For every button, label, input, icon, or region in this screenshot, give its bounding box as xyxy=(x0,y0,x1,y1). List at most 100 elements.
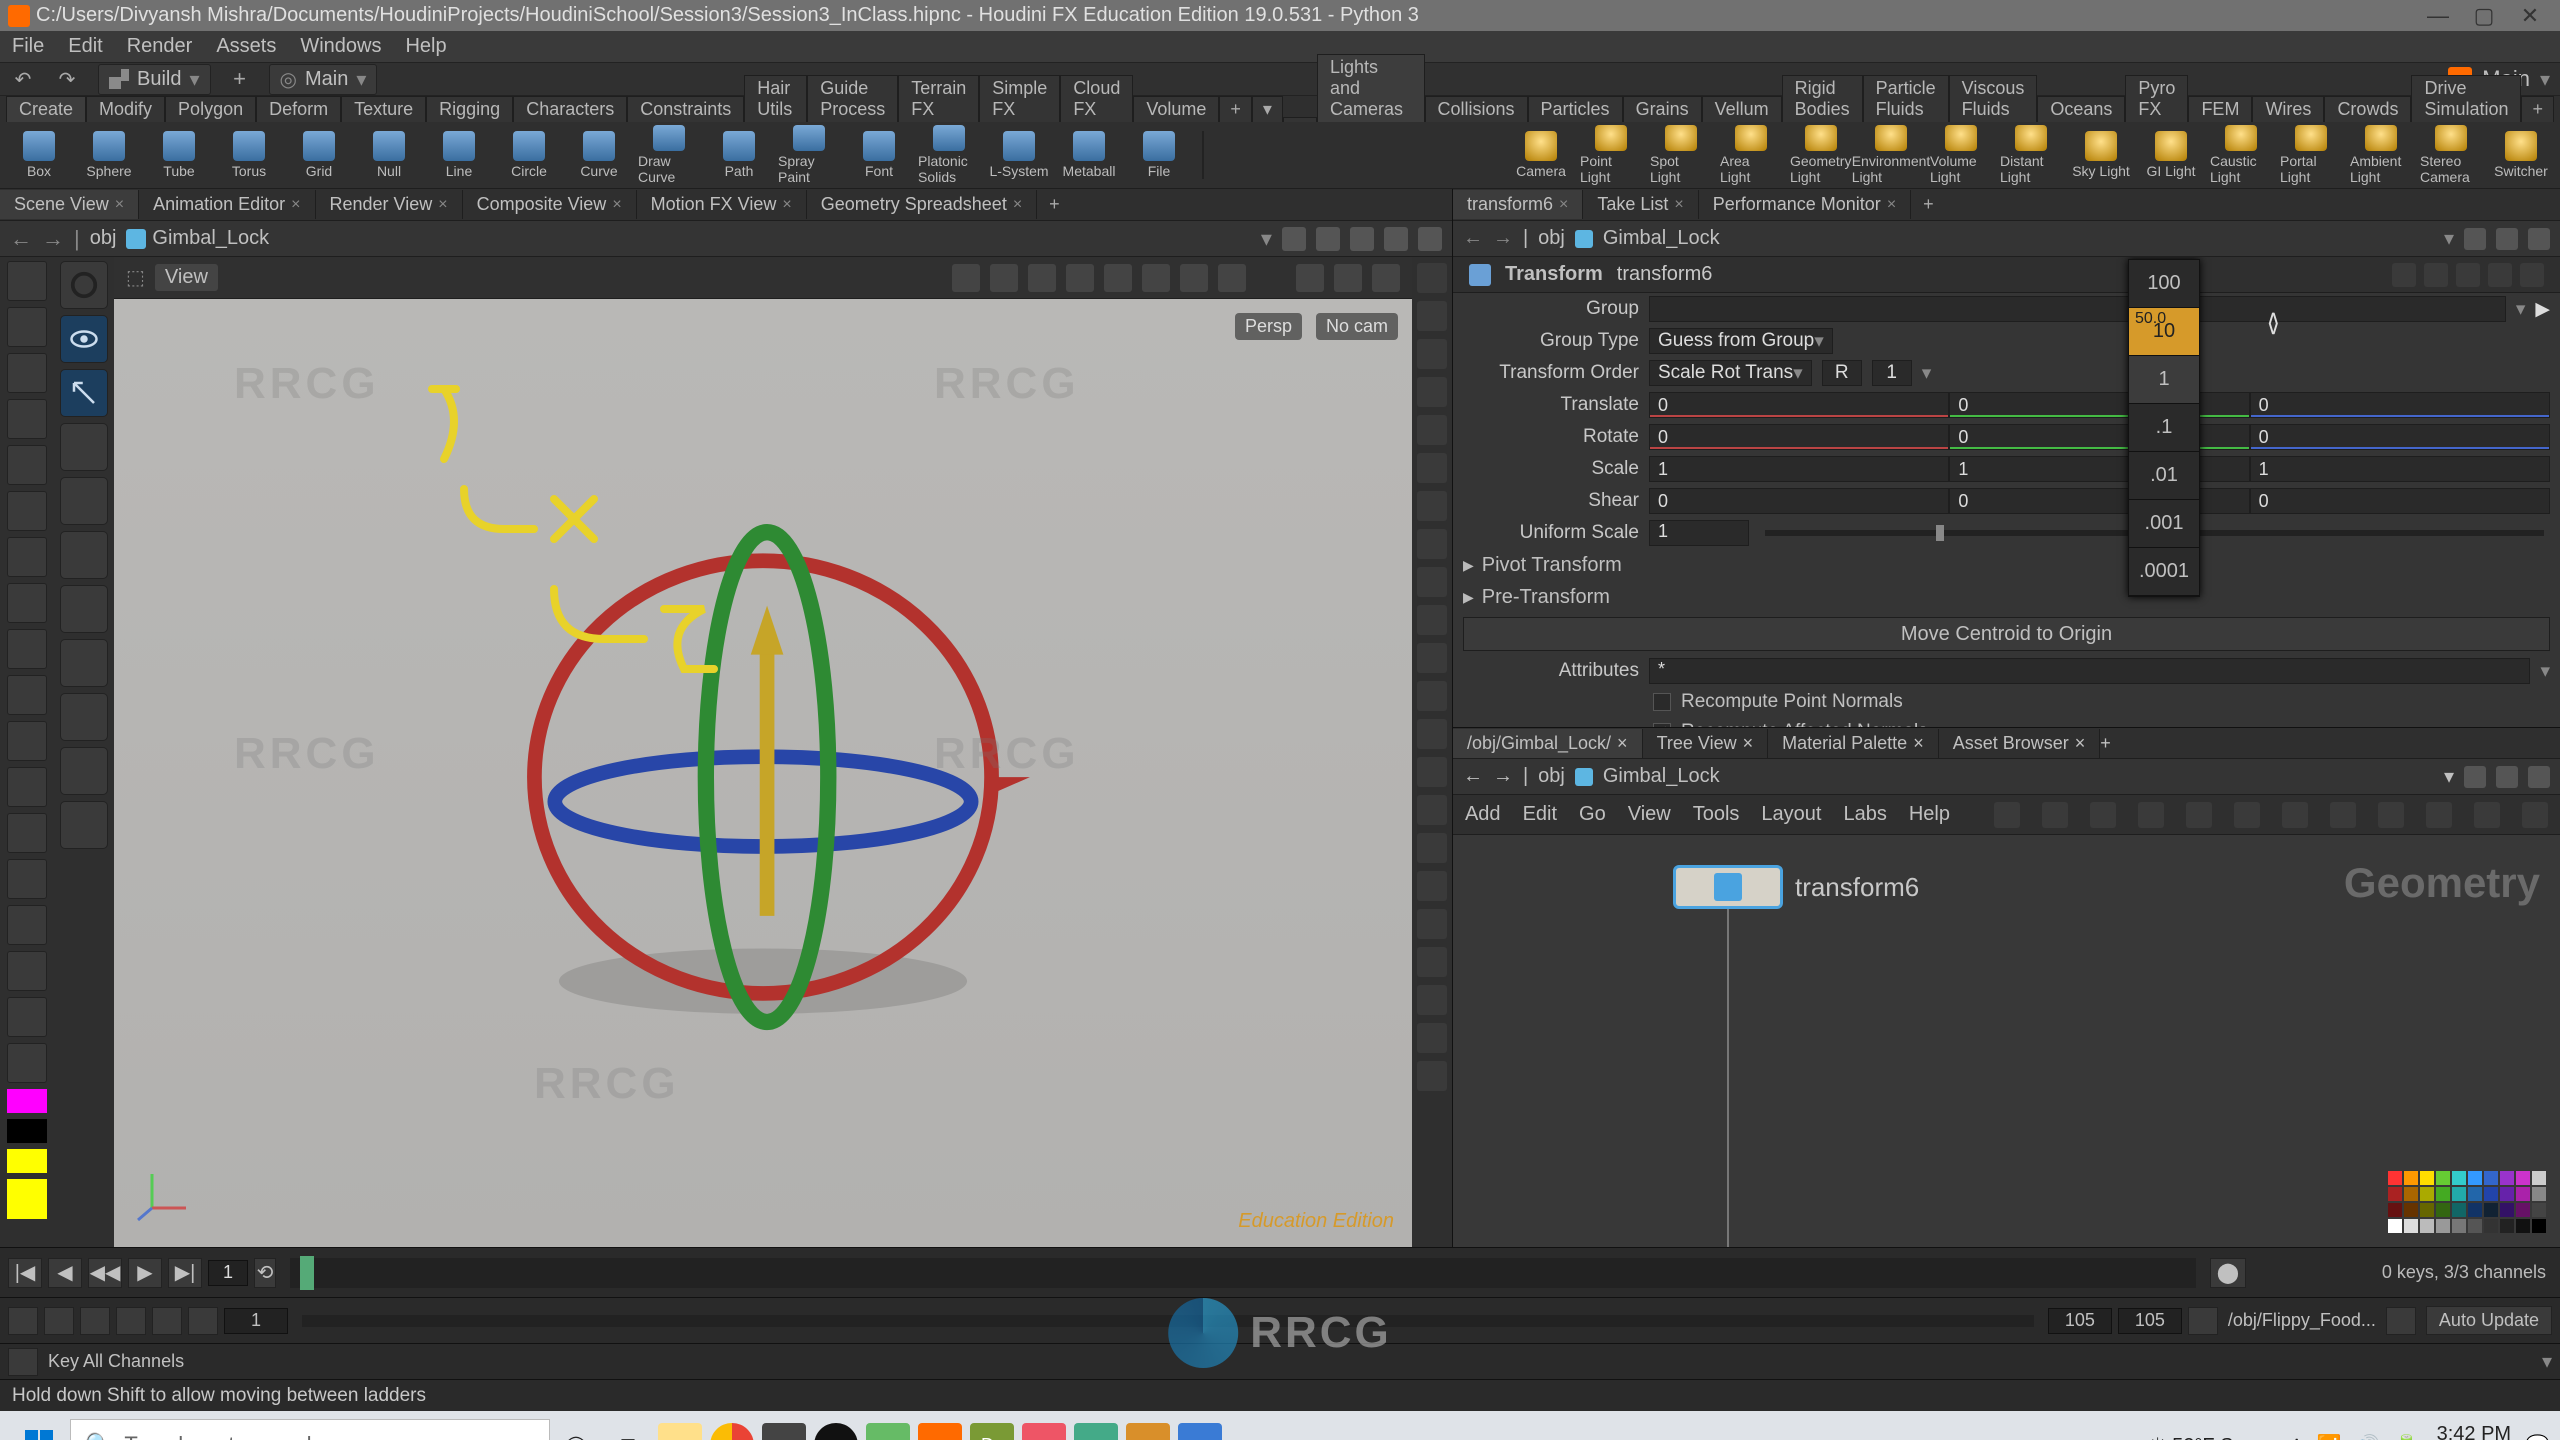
close-icon[interactable]: × xyxy=(2075,733,2086,754)
explorer-icon[interactable] xyxy=(658,1423,702,1440)
shelf-tab[interactable]: Terrain FX xyxy=(898,75,979,122)
menu-help[interactable]: Help xyxy=(393,35,458,58)
range-end-field[interactable]: 105 xyxy=(2048,1308,2112,1334)
rz-field[interactable]: 0 xyxy=(2250,424,2550,450)
key-icon[interactable] xyxy=(8,1348,38,1376)
palette-swatch[interactable] xyxy=(2388,1187,2402,1201)
sx-field[interactable]: 1 xyxy=(1649,456,1949,482)
shelf-tab[interactable]: Viscous Fluids xyxy=(1949,75,2038,122)
palette-swatch[interactable] xyxy=(2484,1187,2498,1201)
flag-icon[interactable] xyxy=(2424,263,2448,287)
unreal-icon[interactable] xyxy=(814,1423,858,1440)
shelf-add-tab[interactable]: + xyxy=(2521,96,2554,122)
vp-tool-icon[interactable] xyxy=(990,264,1018,292)
range-start-field[interactable]: 1 xyxy=(224,1308,288,1334)
goto-start-button[interactable]: |◀ xyxy=(8,1258,42,1288)
palette-swatch[interactable] xyxy=(2388,1203,2402,1217)
param-back-button[interactable]: ← xyxy=(1463,227,1483,250)
node-name-field[interactable]: transform6 xyxy=(1617,263,1713,286)
net-obj-chip[interactable]: obj xyxy=(1538,765,1565,788)
ladder-step[interactable]: 100 xyxy=(2129,260,2199,308)
vp-tool-icon[interactable] xyxy=(1066,264,1094,292)
left-inner-toolbar[interactable] xyxy=(54,257,114,1247)
palette-swatch[interactable] xyxy=(2404,1203,2418,1217)
network-pane-tabs[interactable]: /obj/Gimbal_Lock/×Tree View×Material Pal… xyxy=(1453,727,2560,759)
network-toolbar-icon[interactable] xyxy=(2138,802,2164,828)
display-option-icon[interactable] xyxy=(1417,757,1447,787)
menu-file[interactable]: File xyxy=(0,35,56,58)
param-obj-chip[interactable]: obj xyxy=(1538,227,1565,250)
net-back-button[interactable]: ← xyxy=(1463,765,1483,788)
param-pane-tabs[interactable]: transform6×Take List×Performance Monitor… xyxy=(1453,189,2560,221)
autokey-icon[interactable]: ⬤ xyxy=(2210,1258,2246,1288)
houdini-taskbar-icon[interactable] xyxy=(918,1423,962,1440)
net-node-chip[interactable]: Gimbal_Lock xyxy=(1603,765,1720,788)
add-pane-button[interactable]: + xyxy=(229,68,251,90)
sync-icon[interactable] xyxy=(2386,1307,2416,1335)
shelf-quick-tool[interactable] xyxy=(7,675,47,715)
palette-swatch[interactable] xyxy=(2500,1219,2514,1233)
network-toolbar-icon[interactable] xyxy=(2330,802,2356,828)
battery-icon[interactable]: 🔋 xyxy=(2394,1433,2419,1440)
window-close-button[interactable]: ✕ xyxy=(2508,4,2552,28)
vp-tool-icon[interactable] xyxy=(1218,264,1246,292)
taskbar-search[interactable]: 🔍 Type here to search xyxy=(70,1419,550,1440)
network-toolbar-icon[interactable] xyxy=(2474,802,2500,828)
tz-field[interactable]: 0 xyxy=(2250,392,2550,418)
palette-swatch[interactable] xyxy=(2436,1171,2450,1185)
rx-field[interactable]: 0 xyxy=(1649,424,1949,450)
param-fwd-button[interactable]: → xyxy=(1493,227,1513,250)
range-icon[interactable] xyxy=(152,1307,182,1335)
shelf-tool[interactable]: Ambient Light xyxy=(2350,125,2412,185)
shelf-tool[interactable]: Point Light xyxy=(1580,125,1642,185)
shelf-quick-tool[interactable] xyxy=(7,997,47,1037)
palette-swatch[interactable] xyxy=(2532,1203,2546,1217)
palette-swatch[interactable] xyxy=(2420,1171,2434,1185)
palette-swatch[interactable] xyxy=(2532,1187,2546,1201)
range-bar[interactable]: 1 105 105 /obj/Flippy_Food... Auto Updat… xyxy=(0,1297,2560,1343)
radial-menu-selector[interactable]: ◎ Main ▾ xyxy=(269,64,378,95)
auto-update-toggle[interactable]: Auto Update xyxy=(2426,1306,2552,1335)
shelf-quick-tool[interactable] xyxy=(7,353,47,393)
global-end-field[interactable]: 105 xyxy=(2118,1308,2182,1334)
app-icon[interactable] xyxy=(866,1423,910,1440)
start-button[interactable] xyxy=(10,1415,70,1440)
shelf-tab[interactable]: Collisions xyxy=(1425,96,1528,122)
xformorder-select[interactable]: Scale Rot Trans▾ xyxy=(1649,360,1812,386)
display-option-icon[interactable] xyxy=(1417,643,1447,673)
network-toolbar-icon[interactable] xyxy=(2522,802,2548,828)
ry-field[interactable]: 0 xyxy=(1949,424,2249,450)
shelf-tool[interactable]: Box xyxy=(8,125,70,185)
realtime-toggle[interactable]: ⟲ xyxy=(254,1258,276,1288)
display-option-icon[interactable] xyxy=(1417,795,1447,825)
menu-render[interactable]: Render xyxy=(115,35,205,58)
close-icon[interactable]: × xyxy=(291,196,300,214)
shelf-tab[interactable]: Volume xyxy=(1133,96,1219,122)
shelf-quick-tool[interactable] xyxy=(7,905,47,945)
handle-tool[interactable] xyxy=(60,261,108,309)
shelf-quick-tool[interactable] xyxy=(7,813,47,853)
prexform-fold[interactable]: Pre-Transform xyxy=(1482,586,1610,609)
display-option-icon[interactable] xyxy=(1417,415,1447,445)
display-option-icon[interactable] xyxy=(1417,947,1447,977)
network-menu-item[interactable]: Tools xyxy=(1693,803,1740,826)
viewport-right-toolbar[interactable] xyxy=(1412,257,1452,1247)
show-tool[interactable] xyxy=(60,315,108,363)
vp-tool-icon[interactable] xyxy=(1180,264,1208,292)
pane-tab[interactable]: Asset Browser× xyxy=(1939,729,2101,758)
maximize-pane-icon[interactable] xyxy=(1418,227,1442,251)
close-icon[interactable]: × xyxy=(1674,196,1683,214)
network-view[interactable]: transform6 Geometry xyxy=(1453,835,2560,1247)
info-icon[interactable] xyxy=(2488,263,2512,287)
shelf-tab[interactable]: Guide Process xyxy=(807,75,898,122)
help-icon[interactable] xyxy=(2520,263,2544,287)
color-swatch[interactable] xyxy=(7,1089,47,1113)
shelf-tool[interactable]: Circle xyxy=(498,125,560,185)
shelf-tab[interactable]: Characters xyxy=(513,96,627,122)
shelf-quick-tool[interactable] xyxy=(7,629,47,669)
shelf-tab[interactable]: Modify xyxy=(86,96,165,122)
scene-fwd-button[interactable]: → xyxy=(42,226,64,252)
vp-tool-icon[interactable] xyxy=(952,264,980,292)
group-picker-icon[interactable]: ▶ xyxy=(2535,298,2550,321)
vp-gear-icon[interactable] xyxy=(1334,264,1362,292)
